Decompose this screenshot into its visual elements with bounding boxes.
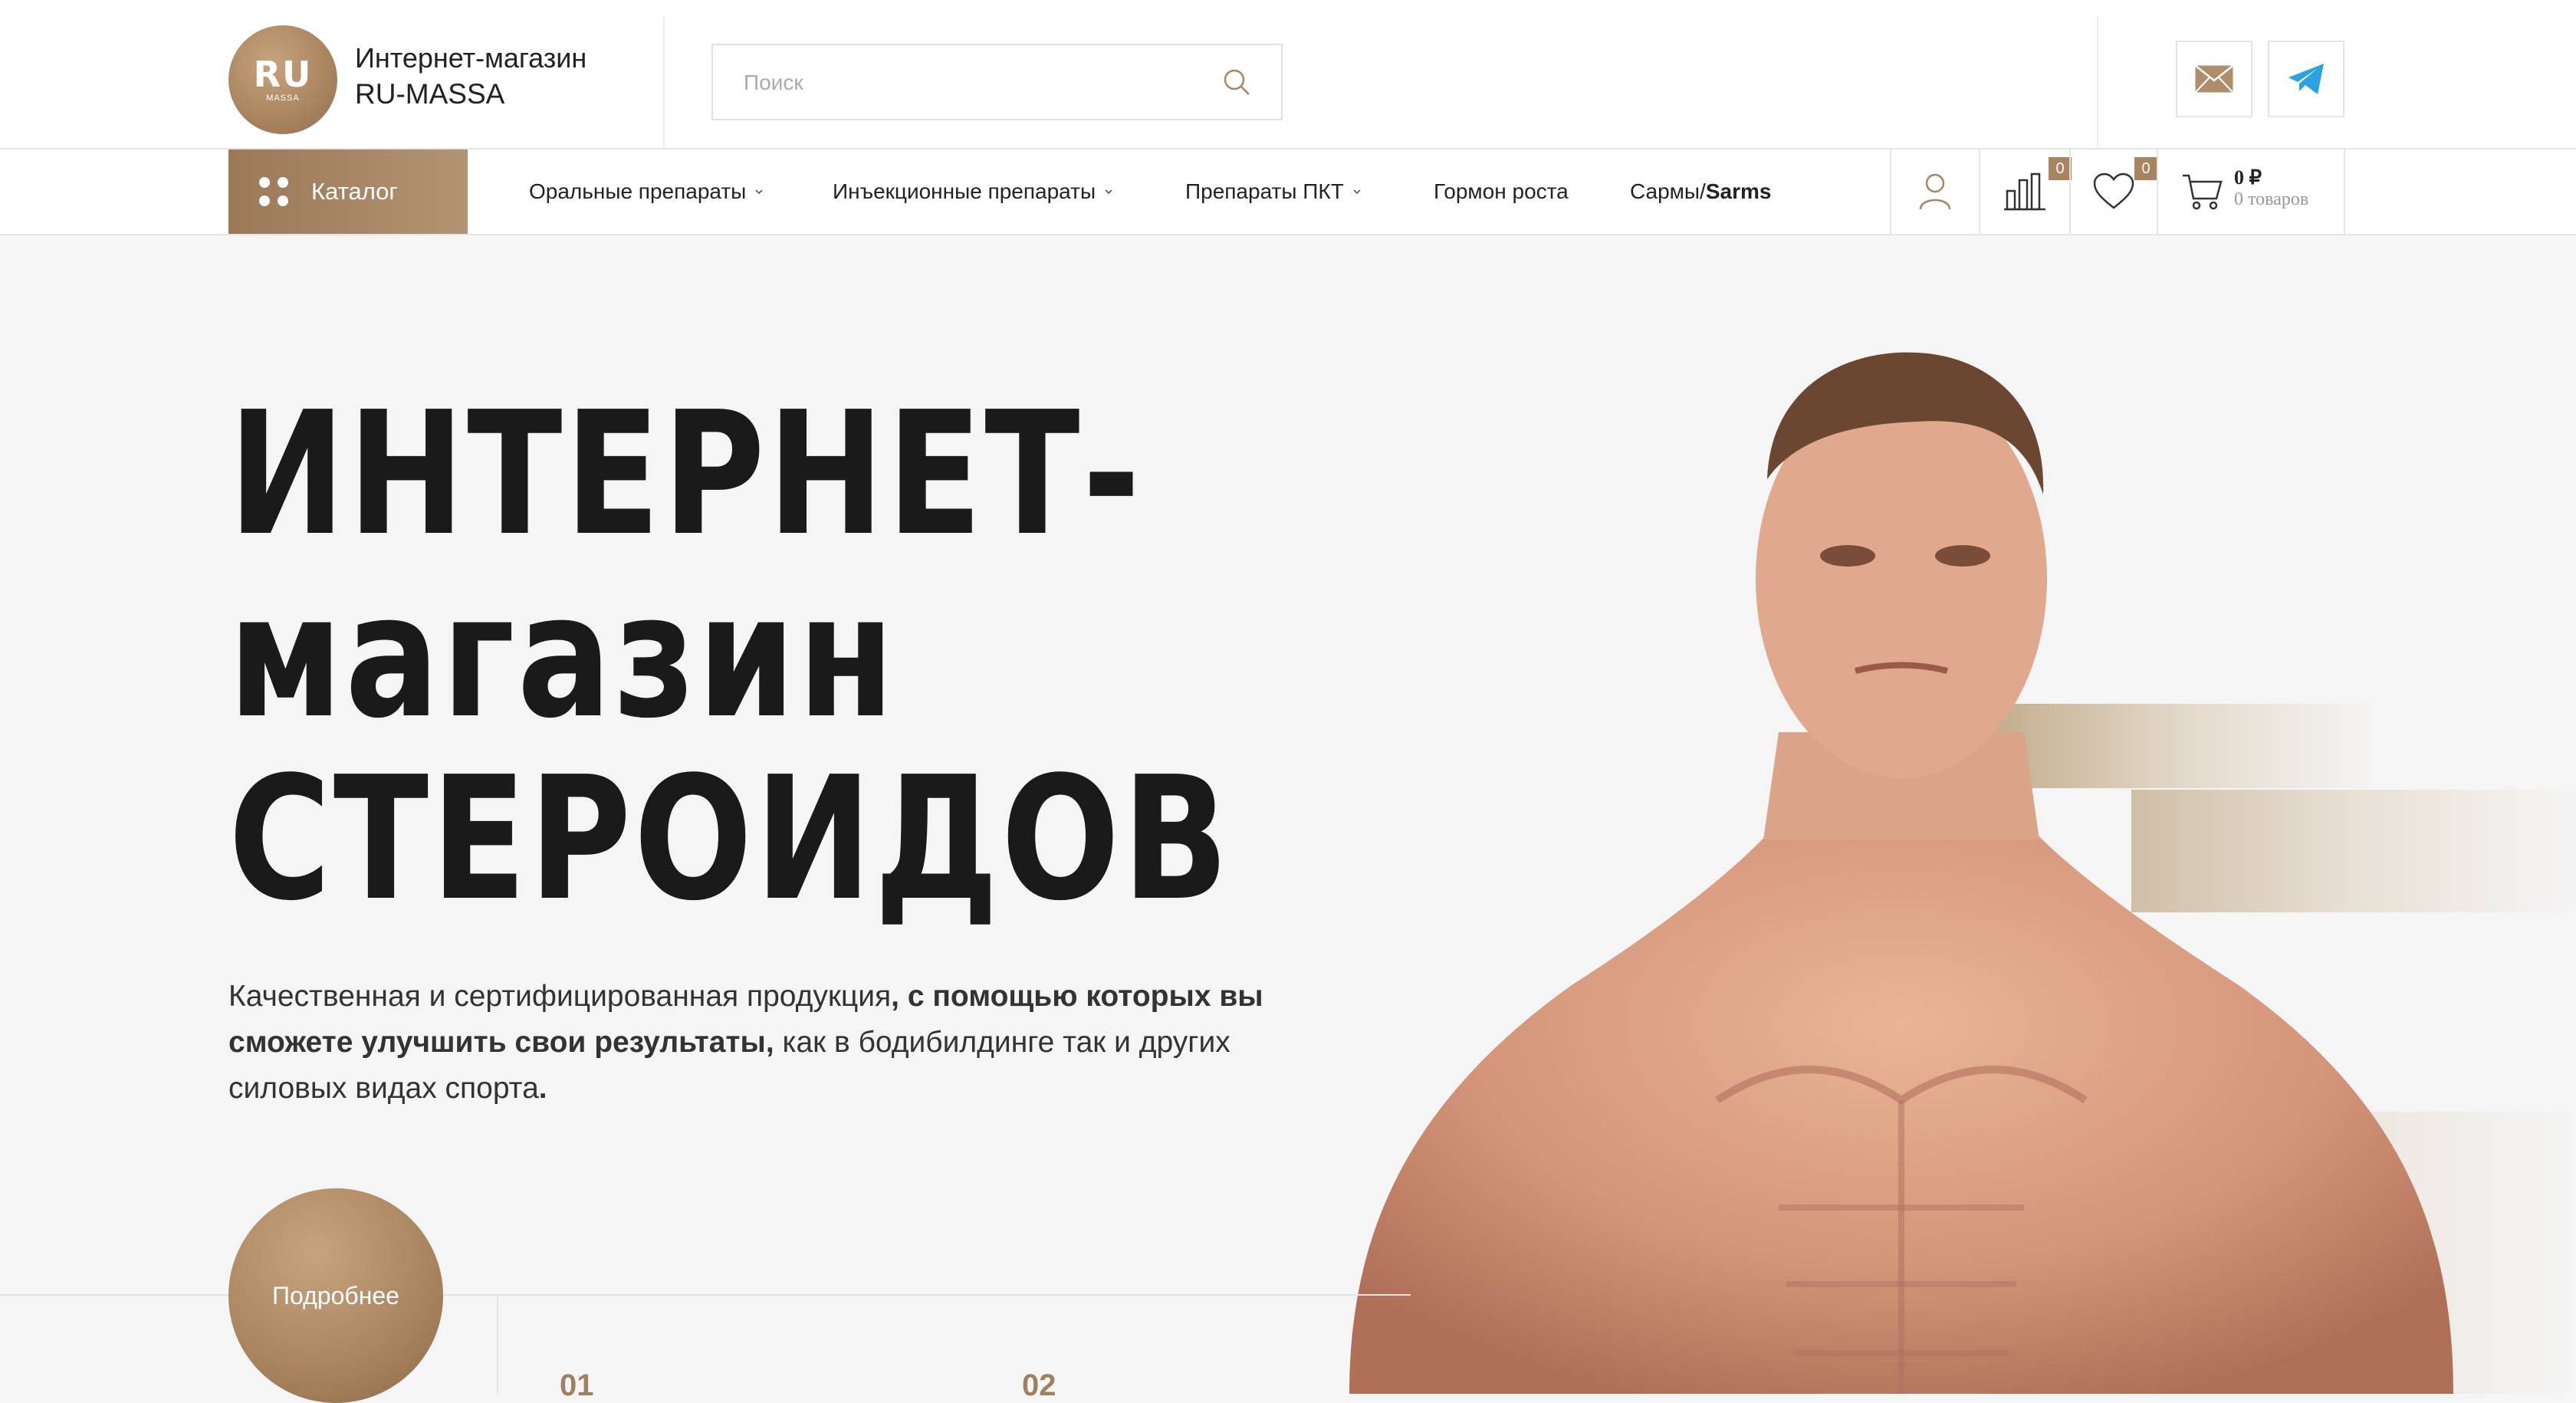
nav-item-sarms[interactable]: Сармы/Sarms <box>1630 150 1771 234</box>
chevron-down-icon <box>1105 189 1112 195</box>
nav-item-label-bold: Sarms <box>1705 179 1772 203</box>
cart-items-count: 0 товаров <box>2234 189 2309 209</box>
nav-item-growth-hormone[interactable]: Гормон роста <box>1434 150 1569 234</box>
hero-text-end: . <box>538 1072 547 1105</box>
brand-name[interactable]: Интернет-магазин RU-MASSA <box>355 41 586 113</box>
telegram-button[interactable] <box>2268 41 2344 117</box>
grid-icon <box>259 177 288 206</box>
search-input[interactable] <box>742 45 1205 120</box>
nav-item-label: Сармы/ <box>1630 179 1706 203</box>
more-button[interactable]: Подробнее <box>228 1188 443 1403</box>
nav-item-label: Гормон роста <box>1434 179 1569 203</box>
heart-icon <box>2093 172 2134 209</box>
hero-image <box>1349 352 2453 1394</box>
catalog-button[interactable]: Каталог <box>228 150 468 234</box>
nav-item-label: Препараты ПКТ <box>1185 179 1344 203</box>
hero-description: Качественная и сертифицированная продукц… <box>228 974 1302 1112</box>
cart-summary: 0 ₽ 0 товаров <box>2234 167 2308 210</box>
divider <box>2097 17 2098 150</box>
header: RU MASSA Интернет-магазин RU-MASSA <box>0 0 2576 150</box>
cart-total: 0 ₽ <box>2234 166 2262 189</box>
mail-icon <box>2195 65 2233 93</box>
catalog-label: Каталог <box>311 178 398 205</box>
divider <box>0 1294 1411 1296</box>
step-number: 02 <box>1022 1368 1056 1402</box>
logo-subtext: MASSA <box>266 94 300 103</box>
cart-icon <box>2183 174 2223 210</box>
account-button[interactable] <box>1890 150 1979 234</box>
mail-button[interactable] <box>2176 41 2252 117</box>
step-number: 01 <box>560 1368 594 1402</box>
nav-item-label: Оральные препараты <box>529 179 747 203</box>
nav-item-injection[interactable]: Инъекционные препараты <box>833 150 1112 234</box>
telegram-icon <box>2288 64 2324 94</box>
hero-title: ИНТЕРНЕТ- магазин СТЕРОИДОВ <box>228 383 1231 931</box>
compare-icon <box>2004 172 2045 211</box>
divider <box>497 1294 498 1394</box>
nav-item-pct[interactable]: Препараты ПКТ <box>1185 150 1361 234</box>
logo-mark: RU <box>253 54 313 95</box>
main-nav: Каталог Оральные препараты Инъекционные … <box>0 150 2576 235</box>
hero-title-line2: магазин <box>228 558 897 756</box>
nav-item-label: Инъекционные препараты <box>833 179 1096 203</box>
hero-text-part1: Качественная и сертифицированная продукц… <box>228 980 892 1013</box>
hero-title-line1: ИНТЕРНЕТ- <box>228 376 1143 573</box>
user-icon <box>1919 173 1951 210</box>
search-box <box>711 44 1283 120</box>
divider <box>663 17 665 150</box>
nav-item-oral[interactable]: Оральные препараты <box>529 150 763 234</box>
logo[interactable]: RU MASSA <box>228 25 337 134</box>
brand-title: RU-MASSA <box>355 78 505 110</box>
wishlist-count-badge: 0 <box>2134 157 2157 180</box>
chevron-down-icon <box>755 189 763 195</box>
brand-tagline: Интернет-магазин <box>355 42 587 74</box>
chevron-down-icon <box>1353 189 1361 195</box>
compare-count-badge: 0 <box>2049 157 2072 180</box>
hero-title-line3: СТЕРОИДОВ <box>228 741 1231 938</box>
search-icon[interactable] <box>1221 67 1252 97</box>
